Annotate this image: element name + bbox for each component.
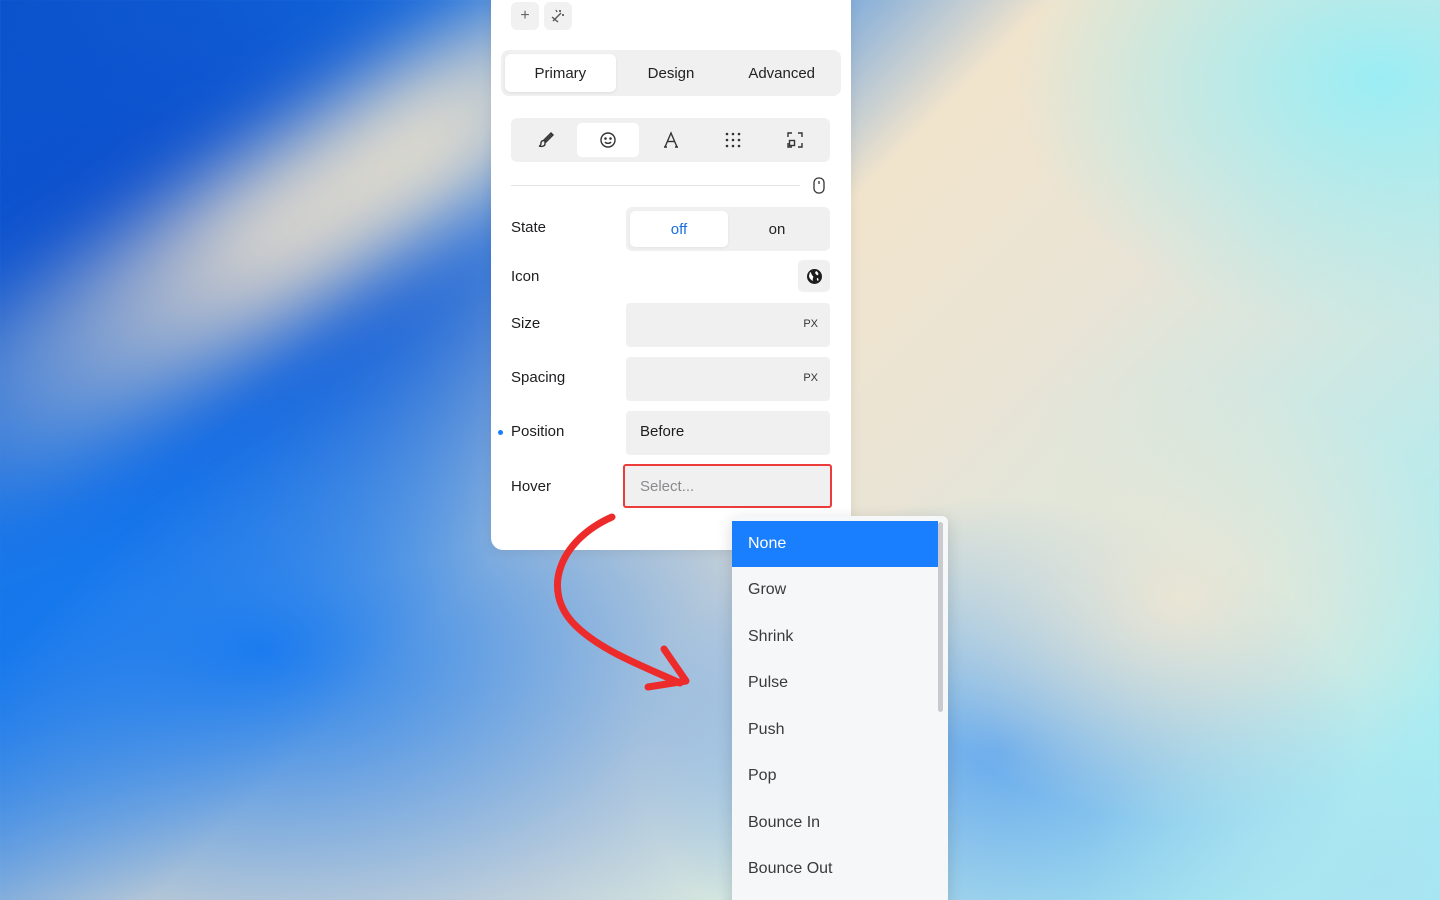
size-label: Size	[511, 315, 541, 332]
hover-placeholder: Select...	[640, 478, 695, 495]
dropdown-option-shrink[interactable]: Shrink	[732, 614, 938, 660]
dropdown-option-grow[interactable]: Grow	[732, 567, 938, 613]
main-tabs: Primary Design Advanced	[501, 50, 841, 96]
dropdown-option-push[interactable]: Push	[732, 707, 938, 753]
position-select[interactable]: Before	[626, 411, 830, 455]
state-on-option[interactable]: on	[728, 211, 826, 247]
dropdown-option-pulse[interactable]: Pulse	[732, 660, 938, 706]
hover-label: Hover	[511, 478, 552, 495]
mouse-icon	[813, 177, 825, 194]
section-divider	[511, 185, 800, 186]
state-toggle: off on	[626, 207, 830, 251]
modified-indicator	[498, 430, 503, 435]
tab-design[interactable]: Design	[616, 54, 727, 92]
tab-primary[interactable]: Primary	[505, 54, 616, 92]
dropdown-option-none[interactable]: None	[732, 521, 938, 567]
state-off-option[interactable]: off	[630, 211, 728, 247]
icon-label: Icon	[511, 268, 540, 285]
tab-typography[interactable]	[639, 123, 701, 157]
size-input[interactable]: PX	[626, 303, 830, 347]
icon-picker-button[interactable]	[798, 260, 830, 292]
position-value: Before	[640, 423, 685, 440]
brush-icon	[538, 132, 555, 148]
grid-dots-icon	[725, 132, 741, 148]
spacing-unit[interactable]: PX	[803, 372, 818, 384]
spacing-label: Spacing	[511, 369, 566, 386]
magic-wand-icon	[551, 9, 564, 23]
magic-button[interactable]	[544, 2, 572, 30]
resize-icon	[787, 132, 803, 148]
device-toggle[interactable]	[813, 177, 825, 199]
tab-icon-style[interactable]	[577, 123, 640, 157]
tab-dimensions[interactable]	[764, 123, 826, 157]
hover-dropdown: None Grow Shrink Pulse Push Pop Bounce I…	[732, 516, 948, 900]
settings-panel: + Primary Design Advanced State off on I…	[491, 0, 851, 550]
tab-layout[interactable]	[702, 123, 764, 157]
globe-icon	[806, 268, 822, 284]
text-style-icon	[663, 131, 678, 148]
position-label: Position	[511, 423, 565, 440]
state-label: State	[511, 219, 547, 236]
hover-select[interactable]: Select...	[623, 464, 832, 508]
spacing-input[interactable]: PX	[626, 357, 830, 401]
plus-icon: +	[520, 7, 530, 24]
dropdown-scrollbar[interactable]	[938, 522, 943, 712]
size-unit[interactable]: PX	[803, 318, 818, 330]
tab-brush[interactable]	[515, 123, 577, 157]
dropdown-option-pop[interactable]: Pop	[732, 753, 938, 799]
style-icon-tabs	[511, 118, 830, 162]
smiley-icon	[600, 132, 616, 148]
add-button[interactable]: +	[511, 2, 539, 30]
dropdown-option-bounce-out[interactable]: Bounce Out	[732, 846, 938, 892]
dropdown-option-bounce-in[interactable]: Bounce In	[732, 800, 938, 846]
annotation-arrow-icon	[554, 513, 690, 691]
tab-advanced[interactable]: Advanced	[726, 54, 837, 92]
